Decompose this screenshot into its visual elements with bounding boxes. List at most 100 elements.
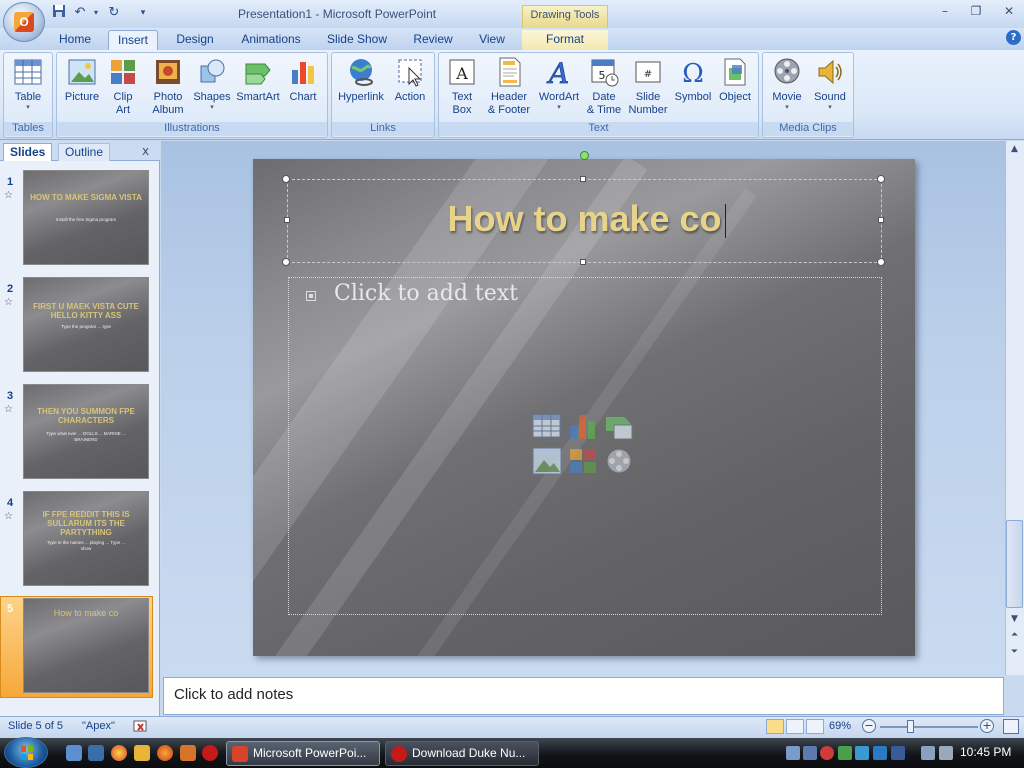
insert-media-icon[interactable] <box>604 447 634 475</box>
show-desktop-icon[interactable] <box>66 745 82 761</box>
save-icon[interactable] <box>50 4 68 22</box>
zoom-slider-thumb[interactable] <box>907 720 914 733</box>
wordart-button[interactable]: A WordArt ▾ <box>536 56 582 112</box>
resize-handle-right[interactable] <box>878 217 884 223</box>
insert-smartart-icon[interactable] <box>604 413 634 441</box>
action-button[interactable]: Action <box>390 56 430 104</box>
shapes-button[interactable]: Shapes ▾ <box>192 56 232 112</box>
tray-security-icon[interactable] <box>820 746 834 760</box>
slide-thumbnail-3[interactable]: THEN YOU SUMMON FPE CHARACTERS Type what… <box>23 384 149 479</box>
normal-view-button[interactable] <box>766 719 784 734</box>
resize-handle-bottom[interactable] <box>580 259 586 265</box>
chrome-icon[interactable] <box>111 745 127 761</box>
text-box-button[interactable]: A Text Box <box>442 56 482 117</box>
slide-show-view-button[interactable] <box>806 719 824 734</box>
tray-app-icon[interactable] <box>803 746 817 760</box>
zoom-in-button[interactable]: + <box>980 719 994 733</box>
resize-handle-top-left[interactable] <box>282 175 290 183</box>
redo-icon[interactable]: ↻ <box>105 4 123 22</box>
zoom-out-button[interactable]: − <box>862 719 876 733</box>
resize-handle-left[interactable] <box>284 217 290 223</box>
undo-dropdown-icon[interactable]: ▾ <box>87 4 105 22</box>
text-box-label-2: Box <box>452 104 472 116</box>
opera-icon[interactable] <box>202 745 218 761</box>
tab-outline[interactable]: Outline <box>58 143 111 161</box>
tab-animations[interactable]: Animations <box>234 30 308 50</box>
tab-slides[interactable]: Slides <box>3 143 53 161</box>
resize-handle-top-right[interactable] <box>877 175 885 183</box>
switch-windows-icon[interactable] <box>88 745 104 761</box>
zoom-level[interactable]: 69% <box>829 720 851 732</box>
notes-placeholder[interactable]: Click to add notes <box>174 686 293 703</box>
resize-handle-bottom-left[interactable] <box>282 258 290 266</box>
maximize-button[interactable]: ❐ <box>965 4 987 20</box>
minimize-button[interactable]: – <box>934 4 956 20</box>
close-pane-icon[interactable]: x <box>142 144 149 158</box>
tray-app2-icon[interactable] <box>891 746 905 760</box>
wordart-label: WordArt <box>538 91 580 103</box>
tray-display-icon[interactable] <box>921 746 935 760</box>
tray-update-icon[interactable] <box>855 746 869 760</box>
taskbar-powerpoint-button[interactable]: Microsoft PowerPoi... <box>226 741 380 766</box>
photo-album-button[interactable]: Photo Album <box>145 56 191 117</box>
start-button[interactable] <box>4 737 48 768</box>
slide-thumbnail-2[interactable]: FIRST U MAEK VISTA CUTE HELLO KITTY ASS … <box>23 277 149 372</box>
tray-volume-icon[interactable] <box>939 746 953 760</box>
spell-check-icon[interactable] <box>132 718 152 734</box>
symbol-button[interactable]: Ω Symbol <box>672 56 714 104</box>
help-icon[interactable]: ? <box>1006 30 1021 45</box>
tab-slide-show[interactable]: Slide Show <box>320 30 394 50</box>
content-placeholder-text[interactable]: Click to add text <box>334 281 518 306</box>
quicklaunch-icon[interactable] <box>180 745 196 761</box>
tab-view[interactable]: View <box>472 30 512 50</box>
taskbar-download-label: Download Duke Nu... <box>412 746 526 760</box>
rotation-handle[interactable] <box>580 151 589 160</box>
slide-thumbnail-4[interactable]: IF FPE REDDIT THIS IS SULLARUM ITS THE P… <box>23 491 149 586</box>
date-time-button[interactable]: 5 Date & Time <box>586 56 622 117</box>
tray-network-icon[interactable] <box>786 746 800 760</box>
resize-handle-bottom-right[interactable] <box>877 258 885 266</box>
slide-sorter-view-button[interactable] <box>786 719 804 734</box>
table-button[interactable]: Table ▾ <box>8 56 48 112</box>
office-button[interactable]: O <box>3 2 45 42</box>
insert-clip-art-icon[interactable] <box>568 447 598 475</box>
fit-to-window-icon[interactable] <box>1003 719 1019 734</box>
insert-chart-icon[interactable] <box>568 413 598 441</box>
tray-facebook-icon[interactable] <box>873 746 887 760</box>
hyperlink-label: Hyperlink <box>338 91 384 103</box>
taskbar-clock: 10:45 PM <box>960 745 1012 759</box>
hyperlink-button[interactable]: Hyperlink <box>335 56 387 104</box>
resize-handle-top[interactable] <box>580 176 586 182</box>
tab-design[interactable]: Design <box>168 30 222 50</box>
close-button[interactable]: ✕ <box>998 4 1020 20</box>
insert-table-icon[interactable] <box>532 413 562 441</box>
firefox-icon[interactable] <box>157 745 173 761</box>
tab-format[interactable]: Format <box>522 30 608 50</box>
scroll-up-icon[interactable]: ▲ <box>1006 142 1023 156</box>
slide-title[interactable]: How to make co <box>287 198 882 240</box>
object-button[interactable]: Object <box>715 56 755 104</box>
clip-art-button[interactable]: Clip Art <box>106 56 140 117</box>
smartart-button[interactable]: SmartArt <box>234 56 282 104</box>
next-slide-icon[interactable]: ⏷ <box>1006 645 1023 659</box>
tray-check-icon[interactable] <box>838 746 852 760</box>
movie-button[interactable]: Movie ▾ <box>768 56 806 112</box>
tab-insert[interactable]: Insert <box>108 30 158 50</box>
slide-thumbnail-1[interactable]: HOW TO MAKE SIGMA VISTA Install the free… <box>23 170 149 265</box>
tab-home[interactable]: Home <box>52 30 98 50</box>
scrollbar-thumb[interactable] <box>1006 520 1023 608</box>
picture-button[interactable]: Picture <box>62 56 102 104</box>
scroll-down-icon[interactable]: ▼ <box>1006 612 1023 626</box>
slide-number-button[interactable]: # Slide Number <box>626 56 670 117</box>
sound-button[interactable]: Sound ▾ <box>810 56 850 112</box>
chart-button[interactable]: Chart <box>284 56 322 104</box>
customize-qat-icon[interactable]: ▾ <box>134 4 152 22</box>
messenger-icon[interactable] <box>134 745 150 761</box>
insert-picture-icon[interactable] <box>532 447 562 475</box>
zoom-slider[interactable] <box>880 726 978 728</box>
taskbar-opera-button[interactable]: Download Duke Nu... <box>385 741 539 766</box>
header-footer-button[interactable]: Header & Footer <box>484 56 534 117</box>
tab-review[interactable]: Review <box>406 30 460 50</box>
previous-slide-icon[interactable]: ⏶ <box>1006 628 1023 642</box>
slide-thumbnail-5[interactable]: How to make co <box>23 598 149 693</box>
